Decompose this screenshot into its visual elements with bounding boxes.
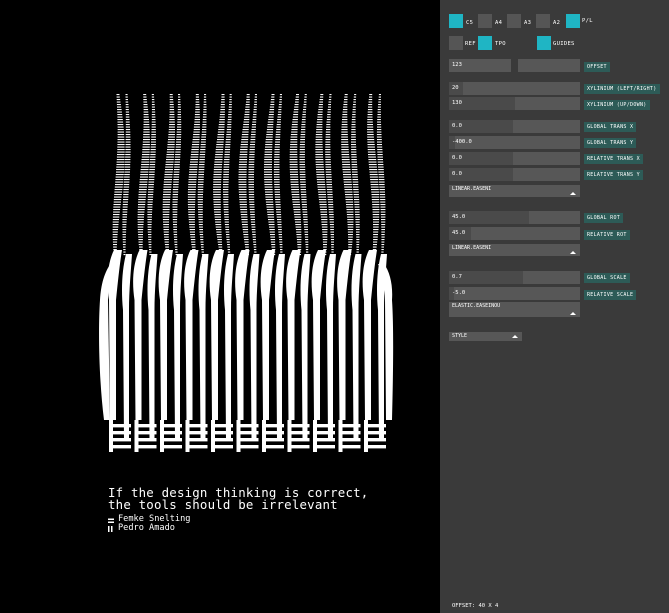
offset-readout: OFFSET: 40 X 4 [452,603,499,609]
global-trans-y-label: GLOBAL TRANS Y [584,138,637,148]
relative-trans-x-field[interactable]: 0.0 [449,152,580,165]
offset-slider[interactable] [518,59,580,72]
artwork-stroke [362,250,377,420]
generative-artwork [99,94,394,452]
easing-trans-select[interactable]: LINEAR.EASENI [449,185,580,197]
offset-field[interactable]: 123 [449,59,511,72]
artwork-stroke [184,250,199,420]
relative-scale-field[interactable]: -5.0 [449,287,580,300]
global-scale-field[interactable]: 0.7 [449,271,580,284]
format-a4-label: A4 [495,20,503,26]
xylinium-lr-field[interactable]: 20 [449,82,580,95]
format-a4-toggle[interactable] [478,14,492,28]
orientation-label: P/L [582,18,593,24]
global-trans-y-field[interactable]: -400.0 [449,136,580,149]
format-a3-label: A3 [524,20,532,26]
author-2: Pedro Amado [118,523,175,533]
tpo-label: TPO [495,41,506,47]
quote-text: If the design thinking is correct, the to… [108,486,368,512]
caret-up-icon [570,192,576,195]
easing-scale-select[interactable]: ELASTIC.EASEINOU [449,302,580,317]
caret-up-icon [570,312,576,315]
xylinium-ud-field[interactable]: 130 [449,97,580,110]
format-c5-label: C5 [466,20,474,26]
offset-label: OFFSET [584,62,610,72]
tpo-toggle[interactable] [478,36,492,50]
stripes-icon [108,516,114,523]
relative-trans-y-label: RELATIVE TRANS Y [584,170,643,180]
guides-toggle[interactable] [537,36,551,50]
relative-rot-field[interactable]: 45.0 [449,227,580,240]
bars-icon [108,525,114,532]
format-a3-toggle[interactable] [507,14,521,28]
artwork-stroke [311,250,326,420]
guides-label: GUIDES [553,41,575,47]
orientation-toggle[interactable] [566,14,580,28]
credit-row: Pedro Amado [108,524,190,533]
caret-up-icon [512,335,518,338]
credits: Femke Snelting Pedro Amado [108,515,190,533]
global-trans-x-label: GLOBAL TRANS X [584,122,637,132]
artwork-stroke [260,250,275,420]
global-rot-label: GLOBAL ROT [584,213,624,223]
artwork-stroke [337,250,352,420]
global-trans-x-field[interactable]: 0.0 [449,120,580,133]
relative-scale-label: RELATIVE SCALE [584,290,637,300]
format-a2-label: A2 [553,20,561,26]
xylinium-lr-label: XYLINIUM (LEFT/RIGHT) [584,84,660,94]
xylinium-ud-label: XYLINIUM (UP/DOWN) [584,100,650,110]
quote-line-2: the tools should be irrelevant [108,497,338,512]
format-a2-toggle[interactable] [536,14,550,28]
artwork-stroke [158,250,173,420]
artwork-stroke [235,250,250,420]
ref-toggle[interactable] [449,36,463,50]
control-panel: C5 A4 A3 A2 P/L REF TPO GUIDES 123 OFFSE… [440,0,669,613]
relative-trans-x-label: RELATIVE TRANS X [584,154,643,164]
artwork-stroke [209,250,224,420]
caret-up-icon [570,251,576,254]
global-scale-label: GLOBAL SCALE [584,273,630,283]
artwork-stroke [286,250,301,420]
easing-rot-select[interactable]: LINEAR.EASENI [449,244,580,256]
artwork-canvas: If the design thinking is correct, the to… [0,0,440,613]
ref-label: REF [465,41,476,47]
relative-trans-y-field[interactable]: 0.0 [449,168,580,181]
global-rot-field[interactable]: 45.0 [449,211,580,224]
format-c5-toggle[interactable] [449,14,463,28]
style-select[interactable]: STYLE [449,332,522,341]
relative-rot-label: RELATIVE ROT [584,230,630,240]
artwork-stroke [133,250,148,420]
